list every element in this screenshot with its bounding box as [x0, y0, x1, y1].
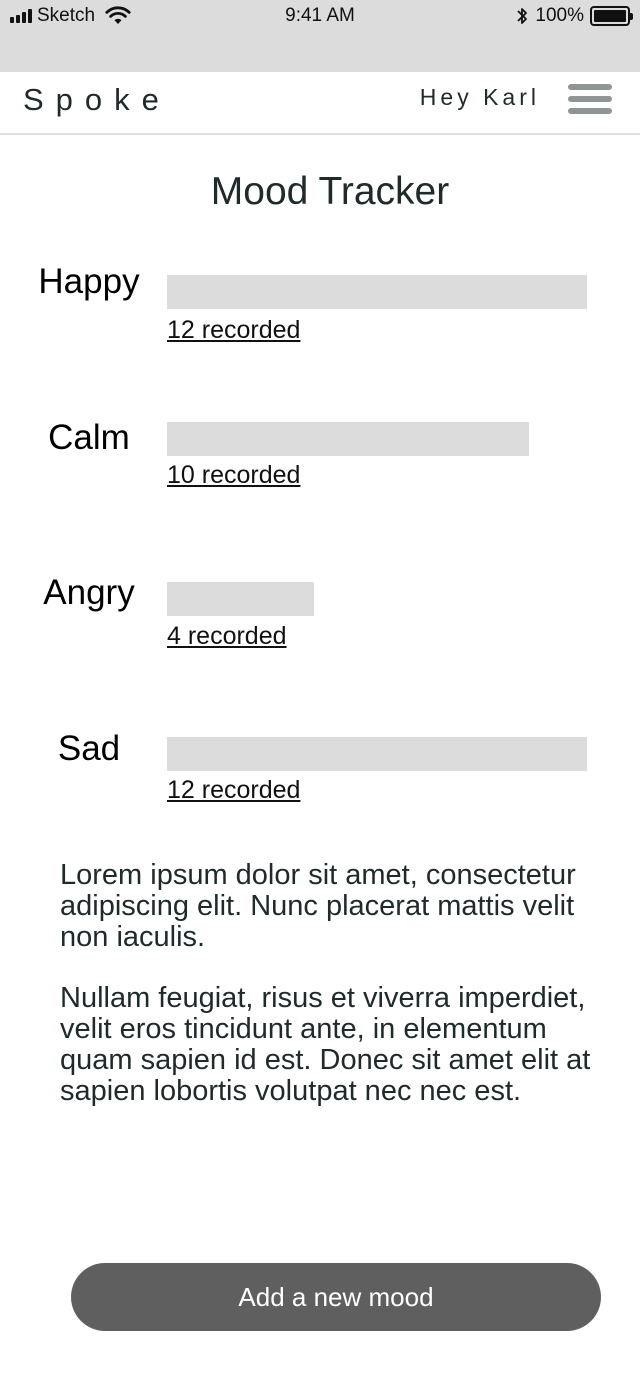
- mood-label: Happy: [38, 262, 140, 301]
- mood-count-link[interactable]: 10 recorded: [167, 461, 300, 490]
- brand-logo[interactable]: Spoke: [23, 82, 171, 118]
- mood-bar: [167, 582, 314, 616]
- add-new-mood-button[interactable]: Add a new mood: [71, 1263, 601, 1331]
- mood-count-link[interactable]: 12 recorded: [167, 776, 300, 805]
- description-paragraph: Lorem ipsum dolor sit amet, consectetur …: [60, 859, 576, 953]
- user-greeting: Hey Karl: [419, 84, 540, 110]
- mood-label: Calm: [48, 418, 130, 457]
- app-header: Spoke Hey Karl: [0, 72, 640, 135]
- mood-row-angry: Angry 4 recorded: [0, 573, 640, 653]
- mood-description: Lorem ipsum dolor sit amet, consectetur …: [60, 860, 605, 1137]
- mood-label: Angry: [43, 573, 135, 612]
- battery-percentage: 100%: [535, 5, 584, 26]
- battery-full-icon: [590, 6, 633, 26]
- status-bar-right: 100%: [515, 4, 633, 28]
- mood-bar: [167, 422, 529, 456]
- mood-bar: [167, 275, 587, 309]
- hamburger-menu-icon[interactable]: [568, 84, 612, 120]
- bluetooth-icon: [517, 8, 528, 24]
- mood-count-link[interactable]: 12 recorded: [167, 316, 300, 345]
- mood-count-link[interactable]: 4 recorded: [167, 622, 287, 651]
- mood-bar: [167, 737, 587, 771]
- mood-label: Sad: [57, 729, 121, 768]
- mood-row-calm: Calm 10 recorded: [0, 418, 640, 498]
- page-title: Mood Tracker: [210, 170, 450, 213]
- description-paragraph: Nullam feugiat, risus et viverra imperdi…: [60, 982, 591, 1107]
- mood-row-happy: Happy 12 recorded: [0, 262, 640, 345]
- status-bar: Sketch 9:41 AM 100%: [0, 0, 640, 72]
- mood-row-sad: Sad 12 recorded: [0, 729, 640, 809]
